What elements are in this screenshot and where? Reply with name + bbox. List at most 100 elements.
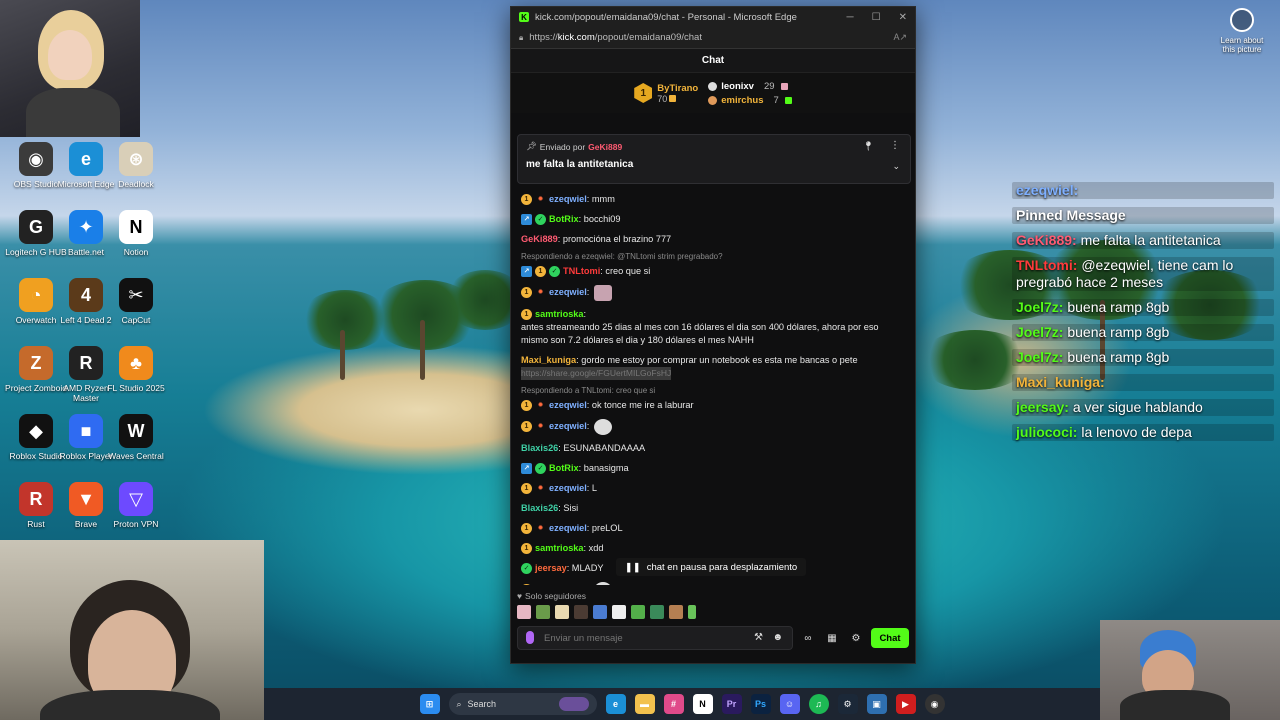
monitor-icon[interactable]: ▣ <box>866 694 887 714</box>
photoshop-icon[interactable]: Ps <box>750 694 771 714</box>
more-options-icon[interactable]: ⋮ <box>890 140 900 151</box>
settings-gear-icon[interactable]: ⚙ <box>847 629 865 647</box>
desktop-shortcut[interactable]: W Waves Central <box>103 414 169 461</box>
slack-icon[interactable]: # <box>663 694 684 714</box>
chat-message[interactable]: Blaxis26: Sisi <box>521 498 905 518</box>
steam-icon[interactable]: ⚙ <box>837 694 858 714</box>
maximize-button[interactable]: ☐ <box>872 12 881 23</box>
desktop-shortcut[interactable]: ♣ FL Studio 2025 <box>103 346 169 393</box>
reply-context[interactable]: Respondiendo a ezeqwiel: @TNLtomi strim … <box>521 249 905 261</box>
emote-item[interactable] <box>631 605 645 619</box>
pinned-sender[interactable]: GeKi889 <box>588 142 622 152</box>
overlay-chat-line: juliococi: la lenovo de depa <box>1012 424 1274 441</box>
read-aloud-icon[interactable]: A↗ <box>893 32 907 43</box>
emote-item[interactable] <box>574 605 588 619</box>
chat-message[interactable]: 1 samtrioska: antes streameando 25 dias a… <box>521 304 905 350</box>
chat-message[interactable]: ↗ ✓ BotRix: banasigma <box>521 458 905 478</box>
chat-username[interactable]: ezeqwiel <box>549 193 587 206</box>
chat-username[interactable]: ezeqwiel <box>549 482 587 495</box>
desktop-shortcut[interactable]: N Notion <box>103 210 169 257</box>
chat-message[interactable]: 1 ✹ ezeqwiel: ok tonce me ire a laburar <box>521 395 905 415</box>
chat-text: promocióna el brazino 777 <box>562 233 672 244</box>
chat-message[interactable]: 1 ✹ ezeqwiel: preLOL <box>521 518 905 538</box>
store-icon[interactable]: ▦ <box>823 629 841 647</box>
emote-item[interactable] <box>650 605 664 619</box>
message-input[interactable] <box>517 626 793 650</box>
microphone-icon[interactable] <box>526 631 534 644</box>
desktop-shortcut[interactable]: ⊛ Deadlock <box>103 142 169 189</box>
chat-username[interactable]: BotRix <box>549 462 579 475</box>
chat-message[interactable]: Blaxis26: ESUNABANDAAAA <box>521 438 905 458</box>
chat-username[interactable]: samtrioska <box>535 308 584 321</box>
chevron-down-icon[interactable]: ⌄ <box>892 161 900 172</box>
command-icon[interactable]: ⚒ <box>754 632 763 643</box>
desktop-shortcut-label: Rust <box>27 519 45 529</box>
chat-username[interactable]: ezeqwiel <box>549 399 587 412</box>
heart-icon: ♥ <box>517 591 523 601</box>
infinity-icon[interactable]: ∞ <box>799 629 817 647</box>
chat-username[interactable]: ezeqwiel <box>549 420 587 433</box>
discord-icon[interactable]: ☺ <box>779 694 800 714</box>
spotify-icon[interactable]: ♫ <box>808 694 829 714</box>
edge-taskbar-icon[interactable]: e <box>605 694 626 714</box>
chat-message[interactable]: 1 ✹ ezeqwiel: <box>521 281 905 304</box>
leaderboard-third-name[interactable]: emirchus <box>721 95 763 106</box>
unpin-icon[interactable]: 📍︎ <box>863 141 874 152</box>
pinned-message[interactable]: 📌︎ Enviado por GeKi889 me falta la antit… <box>517 134 911 184</box>
chat-username[interactable]: Blaxis26 <box>521 502 558 515</box>
emote-image[interactable] <box>593 418 612 435</box>
taskbar-search[interactable]: ⌕ Search <box>448 693 597 715</box>
chat-username[interactable]: Blaxis26 <box>521 442 558 455</box>
emote-item[interactable] <box>517 605 531 619</box>
chat-link[interactable]: https://share.google/FGUertMILGoFsHJ <box>521 366 672 380</box>
send-chat-button[interactable]: Chat <box>871 628 909 648</box>
chat-message[interactable]: Maxi_kuniga: gordo me estoy por comprar … <box>521 350 905 383</box>
emoji-icon[interactable]: ☻ <box>772 632 783 643</box>
chat-username[interactable]: Maxi_kuniga <box>521 354 576 367</box>
chat-username[interactable]: TNLtomi <box>563 265 600 278</box>
emote-item[interactable] <box>669 605 683 619</box>
chat-text: Sisi <box>563 502 579 513</box>
chat-message[interactable]: 1 ✹ ezeqwiel: <box>521 415 905 438</box>
desktop-shortcut[interactable]: ✂ CapCut <box>103 278 169 325</box>
notion-taskbar-icon[interactable]: N <box>692 694 713 714</box>
emote-image[interactable] <box>593 284 612 301</box>
emote-item[interactable] <box>688 605 696 619</box>
chat-message[interactable]: 1 ✹ ezeqwiel: L <box>521 478 905 498</box>
chat-username[interactable]: samtrioska <box>535 542 584 555</box>
subscriber-badge-icon: 1 <box>535 265 546 277</box>
overlay-text: buena ramp 8gb <box>1067 324 1170 340</box>
address-bar[interactable]: 🔒︎ https://kick.com/popout/emaidana09/ch… <box>511 27 915 49</box>
leaderboard-first-name[interactable]: ByTirano <box>657 83 698 94</box>
file-explorer-icon[interactable]: ▬ <box>634 694 655 714</box>
windows-start-icon[interactable]: ⊞ <box>419 694 440 714</box>
subscriber-badge-icon: 1 <box>521 308 532 320</box>
chat-message[interactable]: 1 samtrioska: xdd <box>521 538 905 558</box>
chat-username[interactable]: BotRix <box>549 213 579 226</box>
app-icon[interactable]: ▶ <box>895 694 916 714</box>
close-button[interactable]: ✕ <box>899 12 907 23</box>
emote-item[interactable] <box>612 605 626 619</box>
chat-username[interactable]: GeKi889 <box>521 233 558 246</box>
learn-about-picture[interactable]: Learn about this picture <box>1218 8 1266 54</box>
obs-taskbar-icon[interactable]: ◉ <box>924 694 945 714</box>
emote-item[interactable] <box>536 605 550 619</box>
emote-item[interactable] <box>555 605 569 619</box>
leaderboard-second-name[interactable]: leonixv <box>721 81 754 92</box>
chat-message[interactable]: ↗ 1 ✓ TNLtomi: creo que si <box>521 261 905 281</box>
chat-message-list[interactable]: 1 ✹ ezeqwiel: mmm ↗ ✓ BotRix: bocchi09 GeKi889… <box>511 125 915 587</box>
ryzen-icon: R <box>69 346 103 380</box>
chat-username[interactable]: ezeqwiel <box>549 522 587 535</box>
emote-item[interactable] <box>593 605 607 619</box>
chat-message[interactable]: 1 ✹ ezeqwiel: mmm <box>521 189 905 209</box>
chat-paused-banner[interactable]: ❚❚ chat en pausa para desplazamiento <box>616 558 806 576</box>
chat-message[interactable]: ↗ ✓ BotRix: bocchi09 <box>521 209 905 229</box>
chat-message[interactable]: GeKi889: promocióna el brazino 777 <box>521 229 905 249</box>
premiere-icon[interactable]: Pr <box>721 694 742 714</box>
overlay-username: Joel7z: <box>1016 299 1064 315</box>
minimize-button[interactable]: ─ <box>847 12 854 23</box>
chat-username[interactable]: ezeqwiel <box>549 286 587 299</box>
chat-username[interactable]: jeersay <box>535 562 567 575</box>
desktop-shortcut[interactable]: ▽ Proton VPN <box>103 482 169 529</box>
reply-context[interactable]: Respondiendo a TNLtomi: creo que si <box>521 383 905 395</box>
